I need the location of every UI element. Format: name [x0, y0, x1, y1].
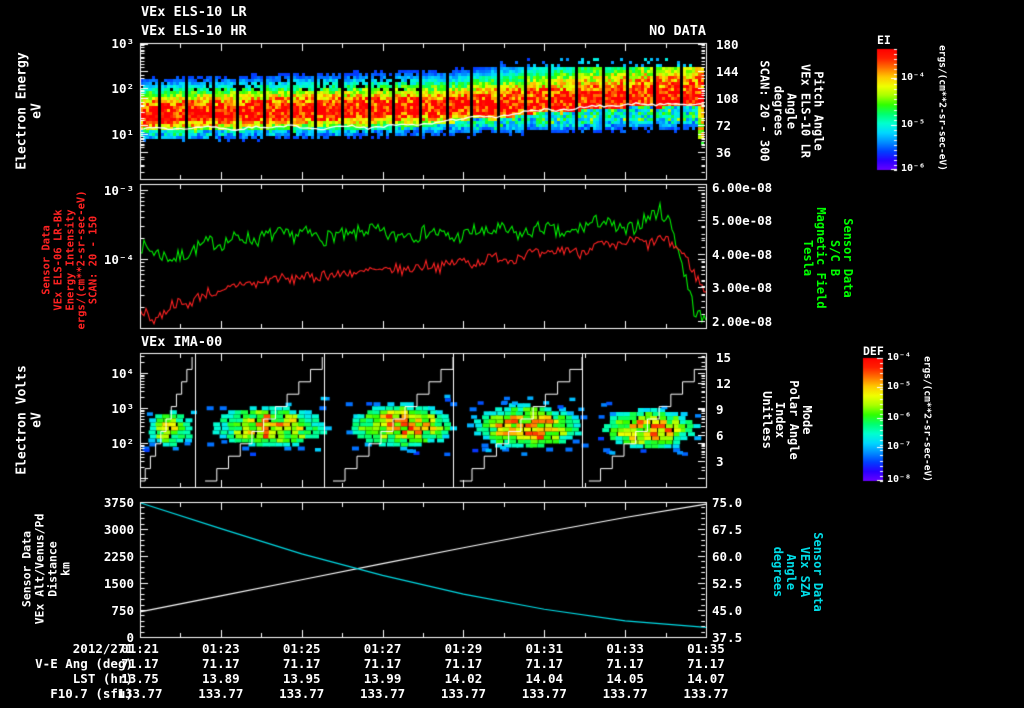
footer-cell: 133.77 — [117, 686, 163, 701]
footer-cell: 133.77 — [683, 686, 729, 701]
footer-cell: 71.17 — [525, 656, 564, 671]
els-title-line2: VEx ELS-10 HR — [141, 23, 247, 39]
colorbar-tick-label: 10⁻⁴ — [887, 352, 912, 363]
footer-cell: 14.04 — [525, 671, 564, 686]
intensity-left-label: Sensor Data VEx ELS-06 LR-Bk Energy Inte… — [40, 190, 100, 330]
footer-cell: 71.17 — [687, 656, 725, 671]
y-axis-right-tick-label: 36 — [716, 145, 732, 160]
footer-cell: 71.17 — [121, 656, 159, 671]
colorbar-def-unit-label: ergs/(cm**2-sr-sec-eV) — [921, 356, 933, 482]
colorbar-def-title: DEF — [863, 344, 884, 358]
y-axis-right-tick-label: 108 — [716, 91, 739, 106]
y-axis-tick-label: 3750 — [103, 495, 134, 510]
y-axis-right-tick-label: 72 — [716, 118, 732, 133]
colorbar-tick-label: 10⁻⁶ — [887, 412, 912, 424]
footer-cell: 13.95 — [282, 671, 321, 686]
footer-cell: 14.07 — [687, 671, 725, 686]
els-right-label: Pitch Angle VEx ELS-10 LR Angle degrees … — [757, 60, 826, 162]
footer-cell: 133.77 — [198, 686, 244, 701]
colorbar-tick-label: 10⁻⁴ — [901, 72, 926, 84]
footer-cell: 133.77 — [602, 686, 648, 701]
y-axis-right-tick-label: 6 — [716, 428, 724, 444]
footer-cell: 14.05 — [606, 671, 644, 686]
colorbar-tick-label: 10⁻⁶ — [901, 162, 926, 174]
y-axis-right-tick-label: 67.5 — [712, 522, 743, 537]
alt-left-label: Sensor Data VEx Alt/Venus/Pd Distance km — [19, 513, 72, 625]
els-left-label: Electron Energy eV — [14, 52, 44, 170]
y-axis-tick-label: 10¹ — [111, 126, 134, 142]
footer-cell: 133.77 — [279, 686, 325, 701]
y-axis-tick-label: 10³ — [111, 401, 134, 416]
time-axis-label: 01:31 — [525, 641, 564, 656]
sza-right-label: Sensor Data VEx SZA Angle degrees — [770, 532, 825, 612]
ima-title: VEx IMA-00 — [141, 334, 223, 350]
time-axis-label: 01:25 — [282, 641, 321, 656]
els-title-line1: VEx ELS-10 LR — [141, 4, 247, 20]
y-axis-right-tick-label: 15 — [716, 350, 732, 366]
y-axis-right-tick-label: 60.0 — [712, 549, 743, 564]
footer-cell: 133.77 — [521, 686, 567, 701]
colorbar-tick-label: 10⁻⁵ — [901, 119, 926, 131]
colorbar-tick-label: 10⁻⁸ — [887, 474, 912, 486]
panel-magnetic-field — [140, 184, 706, 328]
time-axis-label: 01:21 — [121, 641, 159, 656]
colorbar-tick-label: 10⁻⁵ — [887, 381, 912, 393]
y-axis-tick-label: 10² — [111, 436, 134, 451]
y-axis-right-tick-label: 52.5 — [712, 576, 743, 591]
mode-right-label: Mode Polar Angle Index Unitless — [759, 380, 814, 460]
y-axis-right-tick-label: 180 — [716, 37, 739, 52]
colorbar-tick-label: 10⁻⁷ — [887, 441, 912, 453]
footer-cell: 14.02 — [444, 671, 483, 686]
time-axis-label: 01:29 — [444, 641, 483, 656]
no-data-label: NO DATA — [649, 23, 706, 39]
footer-cell: 71.17 — [606, 656, 644, 671]
colorbar-ei-unit-label: ergs/(cm**2-sr-sec-eV) — [936, 45, 948, 171]
y-axis-right-tick-label: 144 — [716, 64, 739, 79]
y-axis-tick-label: 10³ — [111, 36, 134, 51]
time-axis-label: 01:33 — [606, 641, 644, 656]
panel-els-spectrogram — [140, 43, 706, 179]
y-axis-right-tick-label: 5.00e-08 — [712, 213, 773, 229]
vex-stack-plot: VEx ELS-10 LR VEx ELS-10 HR NO DATA VEx … — [0, 0, 1024, 708]
y-axis-right-tick-label: 12 — [716, 376, 732, 392]
panel-altitude-sza — [140, 502, 706, 637]
footer-cell: 133.77 — [359, 686, 406, 701]
time-axis-label: 01:27 — [363, 641, 402, 656]
y-axis-right-tick-label: 3 — [716, 454, 724, 470]
y-axis-right-tick-label: 4.00e-08 — [712, 246, 773, 262]
footer-cell: 133.77 — [440, 686, 486, 701]
footer-cell: 71.17 — [363, 656, 402, 671]
y-axis-right-tick-label: 3.00e-08 — [712, 280, 773, 296]
footer-cell: 71.17 — [202, 656, 240, 671]
footer-cell: 13.99 — [363, 671, 402, 686]
y-axis-right-tick-label: 2.00e-08 — [712, 313, 773, 329]
footer-cell: 71.17 — [282, 656, 321, 671]
footer-cell: 13.75 — [121, 671, 159, 686]
time-axis-label: 01:35 — [687, 641, 725, 656]
ima-left-label: Electron Volts eV — [14, 365, 44, 475]
y-axis-tick-label: 10² — [111, 81, 134, 97]
y-axis-tick-label: 10⁴ — [111, 366, 134, 381]
y-axis-right-tick-label: 45.0 — [712, 603, 743, 618]
mag-right-label: Sensor Data S/C B Magnetic Field Tesla — [800, 207, 855, 309]
footer-cell: 13.89 — [202, 671, 240, 686]
y-axis-right-tick-label: 6.00e-08 — [712, 180, 773, 195]
colorbar-ei-title: EI — [877, 33, 891, 47]
footer-cell: 71.17 — [444, 656, 483, 671]
y-axis-right-tick-label: 75.0 — [712, 495, 743, 510]
panel-ima-spectrogram — [140, 353, 706, 487]
y-axis-right-tick-label: 9 — [716, 402, 724, 418]
time-axis-label: 01:23 — [202, 641, 240, 656]
